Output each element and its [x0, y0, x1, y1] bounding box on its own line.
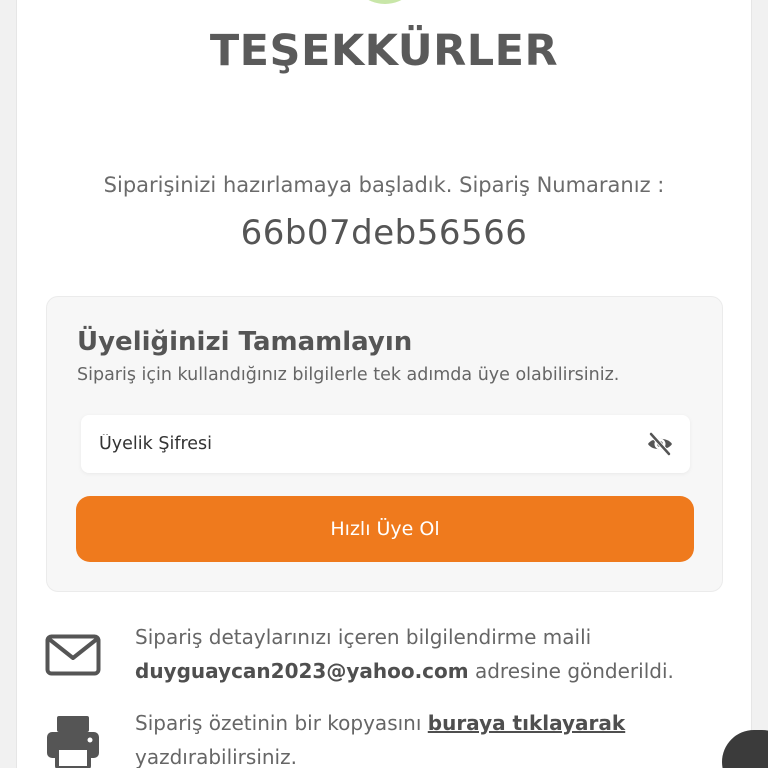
page-title: TEŞEKKÜRLER	[209, 26, 559, 76]
order-message: Siparişinizi hazırlamaya başladık. Sipar…	[103, 173, 665, 197]
membership-title: Üyeliğinizi Tamamlayın	[77, 327, 413, 357]
order-confirmation-page: TEŞEKKÜRLER Siparişinizi hazırlamaya baş…	[16, 0, 752, 768]
quick-signup-button[interactable]: Hızlı Üye Ol	[76, 496, 694, 562]
mail-info-line1: Sipariş detaylarınızı içeren bilgilendir…	[135, 625, 592, 649]
customer-email: duyguaycan2023@yahoo.com	[135, 659, 469, 683]
mail-info-suffix: adresine gönderildi.	[474, 659, 674, 683]
success-check-icon	[349, 0, 421, 4]
membership-subtitle: Sipariş için kullandığınız bilgilerle te…	[77, 365, 620, 385]
membership-password-input[interactable]	[81, 415, 690, 473]
order-number: 66b07deb56566	[240, 213, 528, 253]
eye-slash-icon[interactable]	[646, 430, 674, 458]
printer-icon	[45, 714, 101, 768]
print-link[interactable]: buraya tıklayarak	[428, 711, 625, 735]
password-field	[81, 415, 690, 473]
print-info-suffix: yazdırabilirsiniz.	[135, 745, 297, 768]
membership-card: Üyeliğinizi Tamamlayın Sipariş için kull…	[46, 296, 723, 592]
print-info-prefix: Sipariş özetinin bir kopyasını	[135, 711, 422, 735]
envelope-icon	[45, 634, 101, 680]
